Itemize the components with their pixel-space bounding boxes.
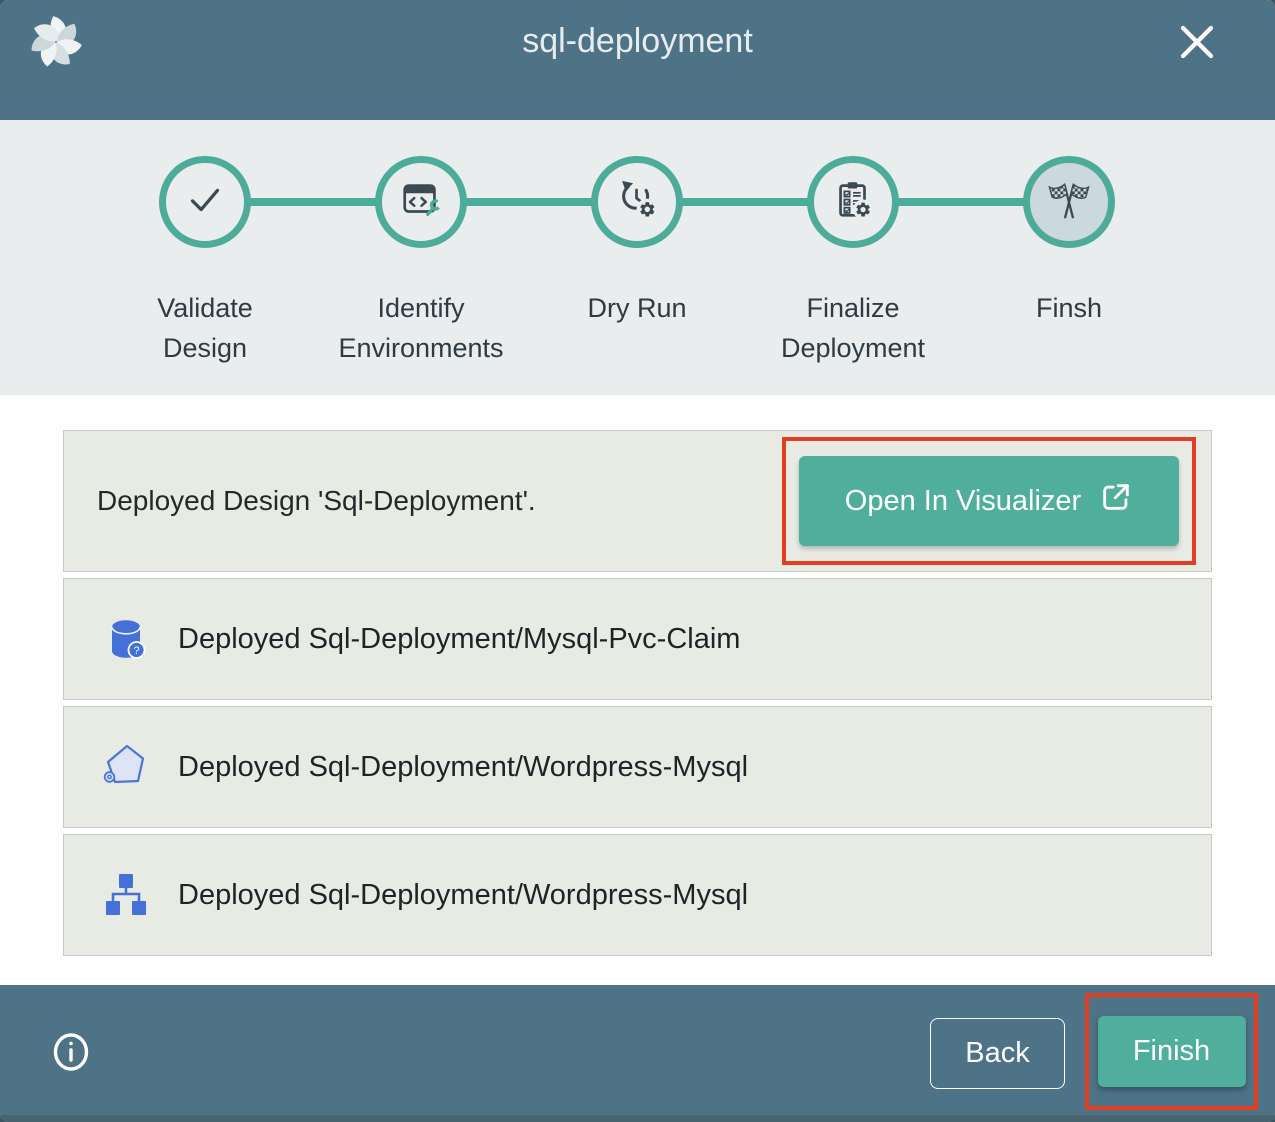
step-label: Identify Environments (338, 288, 503, 368)
stepper: Validate Design (0, 120, 1275, 395)
finish-button[interactable]: Finish (1098, 1016, 1246, 1087)
deployment-text: Deployed Sql-Deployment/Wordpress-Mysql (178, 751, 748, 784)
deployment-wizard-modal: sql-deployment (0, 0, 1275, 1122)
deployment-row: ? Deployed Sql-Deployment/Mysql-Pvc-Clai… (63, 578, 1212, 700)
open-in-visualizer-highlight: Open In Visualizer (782, 437, 1196, 565)
open-in-visualizer-button[interactable]: Open In Visualizer (799, 456, 1179, 546)
modal-title: sql-deployment (0, 22, 1275, 61)
deployment-text: Deployed Sql-Deployment/Mysql-Pvc-Claim (178, 623, 740, 656)
check-icon (182, 177, 228, 228)
code-wrench-icon (398, 177, 444, 228)
step-finalize-deployment: Finalize Deployment (745, 156, 961, 368)
step-label: Finsh (1036, 288, 1102, 328)
deployment-row: Deployed Sql-Deployment/Wordpress-Mysql (63, 706, 1212, 828)
close-icon (1174, 53, 1220, 68)
step-finish: Finsh (961, 156, 1177, 368)
open-in-visualizer-label: Open In Visualizer (845, 485, 1081, 518)
deployment-text: Deployed Sql-Deployment/Wordpress-Mysql (178, 879, 748, 912)
step-validate-design: Validate Design (97, 156, 313, 368)
step-identify-environments: Identify Environments (313, 156, 529, 368)
modal-footer: Back Finish (0, 985, 1275, 1122)
deployment-row: Deployed Sql-Deployment/Wordpress-Mysql (63, 834, 1212, 956)
finish-flags-icon (1046, 177, 1092, 228)
rerun-gear-icon (614, 177, 660, 228)
finish-highlight: Finish (1085, 993, 1258, 1110)
step-label: Dry Run (587, 288, 686, 328)
hierarchy-icon (100, 869, 152, 921)
info-button[interactable] (48, 1029, 94, 1075)
external-link-icon (1099, 480, 1133, 522)
step-label: Finalize Deployment (781, 288, 925, 368)
back-button[interactable]: Back (930, 1018, 1065, 1089)
checklist-gear-icon (830, 177, 876, 228)
step-dry-run: Dry Run (529, 156, 745, 368)
deployment-results: Deployed Design 'Sql-Deployment'. Open I… (0, 395, 1275, 985)
close-button[interactable] (1173, 19, 1221, 67)
info-icon (48, 1063, 94, 1078)
deployed-design-message: Deployed Design 'Sql-Deployment'. (97, 485, 536, 517)
svg-text:?: ? (133, 645, 139, 657)
modal-header: sql-deployment (0, 0, 1275, 120)
pentagon-icon (100, 741, 152, 793)
database-icon: ? (100, 613, 152, 665)
step-label: Validate Design (157, 288, 253, 368)
result-row: Deployed Design 'Sql-Deployment'. Open I… (63, 430, 1212, 572)
